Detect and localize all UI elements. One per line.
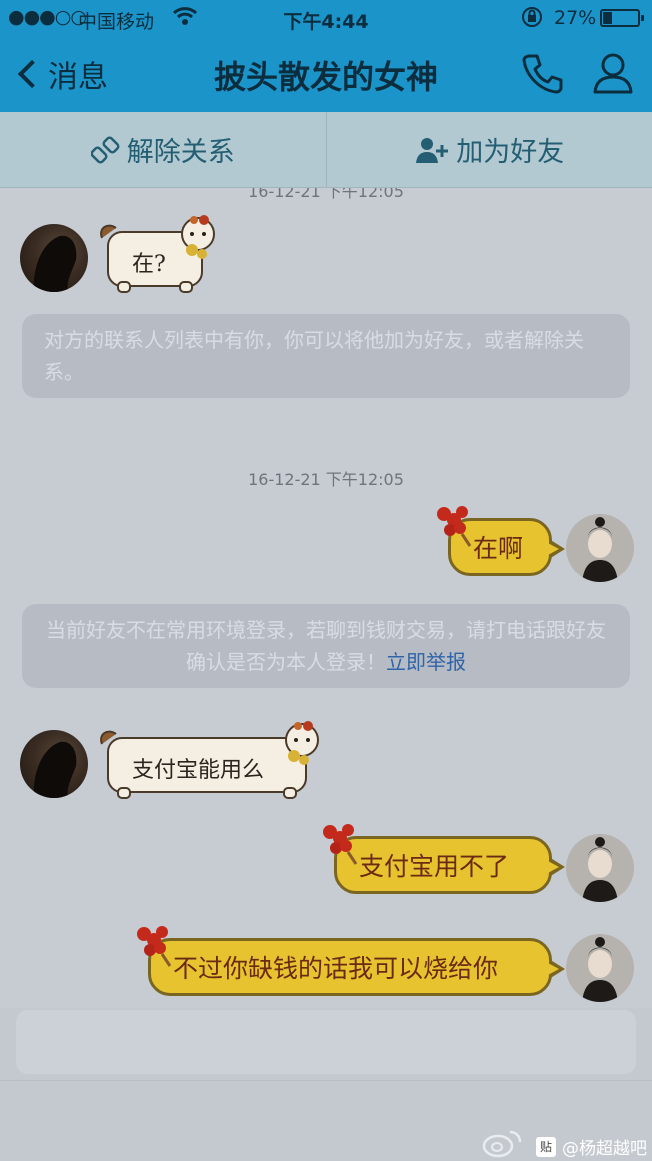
battery-icon <box>600 9 644 27</box>
bubble-tail <box>546 857 565 877</box>
security-notice-text: 当前好友不在常用环境登录，若聊到钱财交易，请打电话跟好友确认是否为本人登录！ <box>46 618 606 674</box>
candied-haw-icon <box>437 506 472 547</box>
timestamp: 16-12-21 下午12:05 <box>248 470 404 489</box>
my-avatar[interactable] <box>566 834 634 902</box>
tieba-icon: 贴 <box>536 1136 556 1157</box>
sticker-text: 支付宝能用么 <box>132 758 265 783</box>
bubble-tail <box>546 539 565 559</box>
my-avatar[interactable] <box>566 934 634 1002</box>
contact-avatar[interactable] <box>20 730 88 798</box>
sticker-message[interactable]: 支付宝能用么 <box>94 718 326 802</box>
phone-icon[interactable] <box>520 50 570 98</box>
add-friend-button[interactable]: 加为好友 <box>325 112 652 187</box>
chat-area[interactable]: 16-12-21 下午12:05 在? 对方的联系人列表中有你，你可以将他加为好… <box>0 188 652 1008</box>
sticker-text: 在? <box>132 252 166 277</box>
battery-fill <box>603 12 612 24</box>
input-area: 贴 @杨超越吧 <box>0 1008 652 1161</box>
message-bubble[interactable]: 不过你缺钱的话我可以烧给你 <box>148 938 565 996</box>
status-bar: ●●●○○ 中国移动 下午4:44 27% <box>0 0 652 36</box>
add-user-icon <box>416 137 449 163</box>
timestamp: 16-12-21 下午12:05 <box>248 188 404 201</box>
person-icon[interactable] <box>590 50 640 98</box>
system-notice: 对方的联系人列表中有你，你可以将他加为好友，或者解除关系。 <box>22 314 630 398</box>
remove-relationship-label: 解除关系 <box>126 137 235 168</box>
candied-haw-icon <box>323 824 358 865</box>
watermark: 贴 @杨超越吧 <box>536 1134 647 1159</box>
action-bar: 解除关系 加为好友 <box>0 112 652 188</box>
battery-percent: 27% <box>554 7 597 29</box>
rotation-lock-icon <box>520 5 544 34</box>
contact-avatar[interactable] <box>20 224 88 292</box>
remove-relationship-button[interactable]: 解除关系 <box>0 112 326 187</box>
my-avatar[interactable] <box>566 514 634 582</box>
candied-haw-icon <box>137 926 172 967</box>
nav-bar: 消息 披头散发的女神 <box>0 36 652 112</box>
message-text: 在啊 <box>473 534 524 563</box>
watermark-text: @杨超越吧 <box>562 1139 647 1159</box>
add-friend-label: 加为好友 <box>456 137 565 168</box>
message-bubble[interactable]: 支付宝用不了 <box>334 836 565 894</box>
message-input[interactable] <box>16 1010 636 1074</box>
broken-link-icon <box>90 136 120 163</box>
sticker-message[interactable]: 在? <box>94 212 222 296</box>
message-text: 支付宝用不了 <box>359 852 510 881</box>
weibo-icon <box>482 1130 522 1158</box>
message-text: 不过你缺钱的话我可以烧给你 <box>173 954 499 983</box>
security-notice: 当前好友不在常用环境登录，若聊到钱财交易，请打电话跟好友确认是否为本人登录！立即… <box>22 604 630 688</box>
report-link[interactable]: 立即举报 <box>386 650 466 674</box>
bubble-tail <box>546 959 565 979</box>
divider <box>0 1080 652 1081</box>
